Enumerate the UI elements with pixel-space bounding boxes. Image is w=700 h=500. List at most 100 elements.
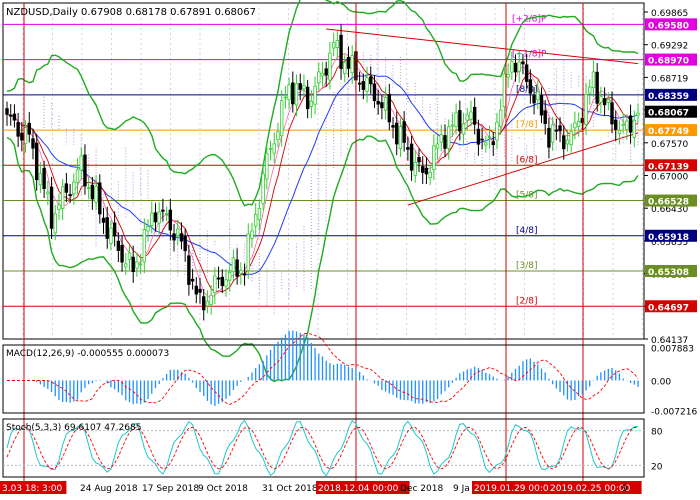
price-tag-label: 0.69580 <box>648 21 689 31</box>
candle-body <box>79 155 83 171</box>
candle-body <box>205 300 210 307</box>
candle-body <box>376 100 380 105</box>
candle-body <box>361 81 366 90</box>
candle-body <box>127 252 132 260</box>
candle-body <box>183 235 187 252</box>
candle-body <box>621 124 625 126</box>
candle-body <box>372 83 377 102</box>
candle-body <box>339 34 343 69</box>
candle-body <box>328 52 332 81</box>
candle-body <box>398 126 403 149</box>
price-tick-label: 0.69292 <box>651 42 688 52</box>
candle-body <box>395 122 399 145</box>
candle-body <box>591 71 596 88</box>
candle-body <box>450 124 455 127</box>
candle-body <box>521 61 525 65</box>
candle-body <box>469 111 473 120</box>
candle-body <box>588 86 592 94</box>
candle-body <box>209 294 213 306</box>
macd-tick-label: -0.007216 <box>651 408 697 418</box>
candle-body <box>317 71 321 84</box>
candle-body <box>68 194 72 196</box>
candle-body <box>424 167 429 175</box>
candle-body <box>573 122 577 129</box>
candle-body <box>446 126 451 149</box>
candle-body <box>246 233 250 272</box>
candle-body <box>443 135 447 149</box>
candle-body <box>480 138 484 141</box>
candle-body <box>599 96 603 103</box>
candle-body <box>576 120 581 127</box>
candle-body <box>265 153 269 180</box>
candle-body <box>320 72 325 77</box>
candle-body <box>105 217 109 239</box>
candle-body <box>365 77 369 92</box>
candle-body <box>617 129 622 135</box>
candle-body <box>242 273 247 276</box>
candle-body <box>461 123 466 135</box>
candle-body <box>417 156 421 163</box>
candle-body <box>250 230 254 239</box>
candle-body <box>606 99 611 103</box>
time-tick-label: 24 Aug 2018 <box>80 484 138 494</box>
candle-body <box>484 142 488 146</box>
candle-body <box>409 143 414 171</box>
candle-body <box>168 209 173 231</box>
candle-body <box>569 131 573 146</box>
candle-body <box>220 276 224 287</box>
price-tick-label: 0.69865 <box>651 9 688 19</box>
candle-body <box>498 109 503 127</box>
time-tick-label: Dec 2018 <box>400 484 443 494</box>
candle-body <box>198 288 202 293</box>
candle-body <box>458 110 462 132</box>
time-tick-label: 9 <box>622 484 628 494</box>
candle-body <box>27 122 31 135</box>
candle-body <box>391 125 395 128</box>
candle-body <box>42 167 46 190</box>
candle-body <box>346 57 351 69</box>
time-tick-label: 2018.12.04 00:00 <box>318 484 399 494</box>
candle-body <box>528 79 533 94</box>
candle-body <box>261 173 265 204</box>
candle-body <box>539 95 544 116</box>
candle-body <box>176 228 180 237</box>
time-tick-label: 2019.02.25 00:00 <box>550 484 631 494</box>
candle-body <box>161 209 165 212</box>
candle-body <box>305 86 310 110</box>
candle-body <box>146 225 150 232</box>
candle-body <box>138 263 143 266</box>
candle-body <box>216 277 221 280</box>
candle-body <box>190 278 195 282</box>
candle-body <box>636 112 640 116</box>
time-tick-label: 17 Sep 2018 <box>142 484 199 494</box>
candle-body <box>331 42 336 49</box>
candle-body <box>565 139 570 145</box>
candle-body <box>536 91 540 101</box>
candle-body <box>20 132 24 141</box>
candle-body <box>53 213 57 234</box>
candle-body <box>595 71 599 104</box>
candle-body <box>239 270 243 274</box>
candle-body <box>506 73 510 78</box>
candle-body <box>16 122 20 137</box>
time-tick-label: 9 Oct 2018 <box>198 484 248 494</box>
stoch-title: Stoch(5,3,3) 69.6107 47.2685 <box>6 423 141 433</box>
candle-body <box>550 124 555 143</box>
murrey-label: [3/8] <box>516 261 538 271</box>
time-tick-label: 9 Ja <box>453 484 470 494</box>
candle-body <box>60 186 65 209</box>
candle-body <box>187 255 191 285</box>
candle-body <box>194 285 198 295</box>
candle-body <box>172 233 176 241</box>
price-tag-label: 0.64697 <box>648 303 689 313</box>
candle-body <box>231 257 236 272</box>
candle-body <box>9 114 13 117</box>
candle-body <box>472 106 477 125</box>
candle-body <box>153 212 158 223</box>
price-tag-label: 0.65308 <box>648 268 689 278</box>
candle-body <box>476 128 481 145</box>
candle-body <box>120 245 124 263</box>
candle-body <box>12 113 17 121</box>
candle-body <box>75 169 80 184</box>
price-tag-label: 0.67749 <box>648 127 689 137</box>
